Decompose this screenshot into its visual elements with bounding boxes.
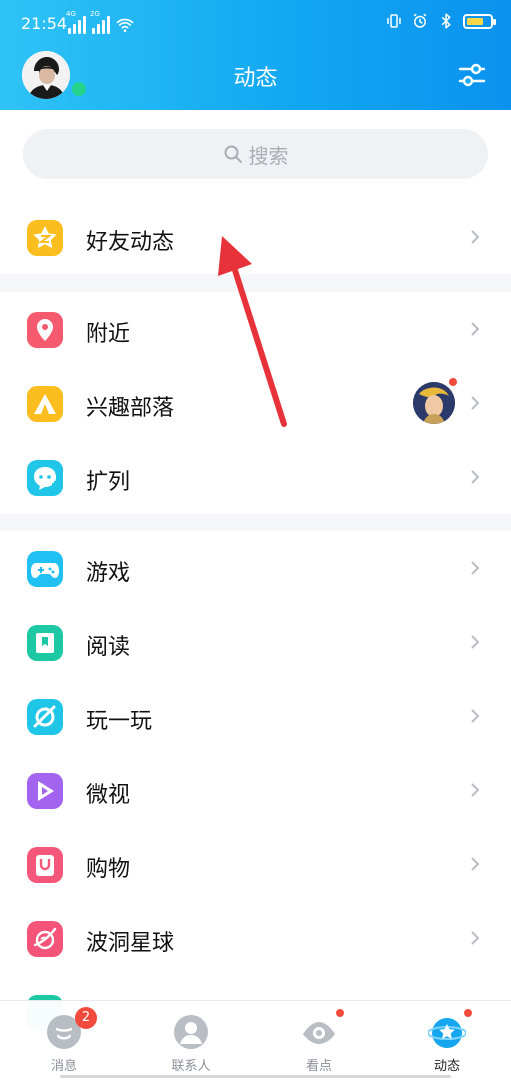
book-icon [27, 625, 63, 661]
bottom-tab-bar: 2 消息 联系人 看点 动态 [0, 1000, 511, 1080]
eye-icon [300, 1007, 346, 1051]
search-input[interactable]: 搜索 [23, 129, 488, 179]
tent-icon [27, 386, 63, 422]
tab-contacts[interactable]: 联系人 [151, 1013, 231, 1074]
tab-feeds[interactable]: 动态 [407, 1007, 487, 1074]
signal-group: 4G 2G [66, 10, 134, 34]
search-area: 搜索 [0, 110, 511, 208]
star-planet-icon [427, 1007, 474, 1051]
status-time: 21:54 [21, 14, 68, 33]
item-label: 购物 [86, 857, 131, 882]
list-item-weishi[interactable]: 微视 [0, 753, 511, 827]
shopping-bag-icon [27, 847, 63, 883]
location-pin-icon [27, 312, 63, 348]
wifi-icon [116, 18, 134, 32]
home-indicator [60, 1075, 451, 1078]
page-title: 动态 [233, 66, 278, 91]
alarm-icon [413, 13, 427, 28]
chevron-right-icon [471, 857, 480, 871]
app-header: 21:54 4G 2G 动态 [0, 0, 511, 110]
chat-bubble-icon: 2 [45, 1007, 97, 1051]
search-placeholder: 搜索 [248, 143, 289, 168]
wave-planet-icon [27, 921, 63, 957]
chat-bubble-icon [27, 460, 63, 496]
star-icon [27, 220, 63, 256]
status-bar: 21:54 4G 2G [0, 0, 511, 50]
tab-label: 消息 [50, 1059, 77, 1074]
tab-label: 联系人 [171, 1059, 211, 1074]
tab-label: 看点 [305, 1059, 332, 1074]
chevron-right-icon [471, 396, 480, 410]
list-item-shopping[interactable]: 购物 [0, 827, 511, 901]
item-label: 微视 [86, 783, 131, 808]
item-label: 扩列 [86, 470, 131, 495]
list-item-reading[interactable]: 阅读 [0, 605, 511, 679]
item-label: 兴趣部落 [86, 396, 175, 421]
battery-icon [463, 13, 496, 29]
list-item-expand-list[interactable]: 扩列 [0, 440, 511, 514]
item-label: 附近 [86, 322, 131, 347]
bluetooth-icon [441, 13, 451, 29]
gamepad-icon [27, 551, 63, 587]
item-label: 游戏 [86, 561, 131, 586]
tab-messages[interactable]: 2 消息 [24, 1007, 104, 1074]
annotation-arrow [218, 236, 287, 427]
list-item-games[interactable]: 游戏 [0, 531, 511, 605]
tab-kandian[interactable]: 看点 [279, 1007, 359, 1074]
sliders-icon[interactable] [457, 60, 487, 90]
chevron-right-icon [471, 709, 480, 723]
notification-dot [447, 376, 459, 388]
chevron-right-icon [471, 931, 480, 945]
person-icon [172, 1013, 210, 1051]
item-label: 阅读 [86, 635, 131, 660]
notification-dot [462, 1007, 474, 1019]
chevron-right-icon [471, 322, 480, 336]
chevron-right-icon [471, 561, 480, 575]
list-item-play[interactable]: 玩一玩 [0, 679, 511, 753]
tribe-thumbnail [413, 382, 455, 424]
item-label: 玩一玩 [86, 709, 153, 734]
list-item-bodong-planet[interactable]: 波洞星球 [0, 901, 511, 975]
chevron-right-icon [471, 470, 480, 484]
vibrate-icon [387, 14, 401, 28]
chevron-right-icon [471, 230, 480, 244]
item-label: 波洞星球 [86, 931, 175, 956]
status-right-icons [385, 12, 496, 30]
signal-icon: 2G [90, 10, 110, 34]
play-icon [27, 773, 63, 809]
planet-icon [27, 699, 63, 735]
notification-dot [334, 1007, 346, 1019]
search-icon [224, 145, 242, 163]
signal-icon: 4G [66, 10, 86, 34]
chevron-right-icon [471, 635, 480, 649]
chevron-right-icon [471, 783, 480, 797]
item-label: 好友动态 [86, 230, 175, 255]
unread-badge: 2 [75, 1007, 97, 1029]
tab-label: 动态 [433, 1059, 460, 1074]
